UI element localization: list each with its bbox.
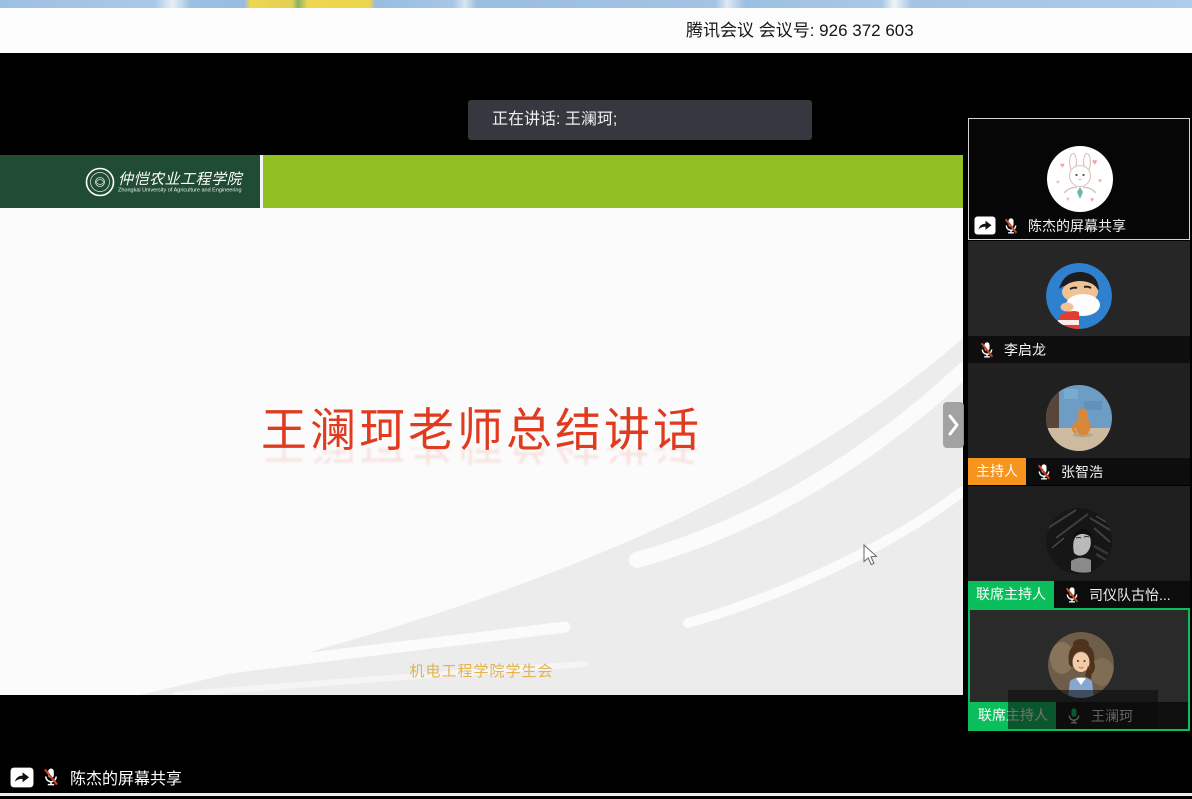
share-banner-label: 陈杰的屏幕共享 (70, 771, 183, 788)
bw-portrait-photo-avatar (1046, 508, 1112, 574)
participant-tile-chenjie-share[interactable]: ♥ ♥ ♥ ♥ ♥ ♥ 陈杰的屏幕共享 (968, 118, 1190, 240)
university-name-english: Zhongkai University of Agriculture and E… (118, 187, 242, 194)
microphone-muted-icon (1065, 586, 1079, 603)
desktop-background-strip (0, 0, 1192, 8)
bunny-cartoon-avatar: ♥ ♥ ♥ ♥ ♥ ♥ (1047, 146, 1113, 212)
screen-share-icon (974, 216, 996, 235)
participant-label-bar: 陈杰的屏幕共享 (969, 212, 1189, 239)
participant-name: 李启龙 (1004, 341, 1046, 358)
university-name: 仲恺农业工程学院 (118, 170, 243, 188)
belle-cartoon-avatar (1048, 632, 1114, 698)
microphone-muted-icon (1037, 463, 1051, 480)
orange-cat-photo-avatar (1046, 385, 1112, 451)
participant-name: 张智浩 (1061, 463, 1103, 480)
slide-header-green-block (263, 155, 963, 208)
shinchan-cartoon-avatar (1046, 263, 1112, 329)
svg-text:♥: ♥ (1092, 157, 1097, 167)
participant-tile-siyidui[interactable]: 联席主持人 司仪队古怡... (968, 486, 1190, 608)
slide-footer: 机电工程学院学生会 (409, 663, 554, 680)
svg-text:♥: ♥ (1098, 178, 1102, 185)
participant-label-bar: 李启龙 (968, 336, 1190, 363)
taskbar-edge-strip (0, 793, 1192, 796)
mouse-cursor (863, 544, 878, 566)
active-speaker-text: 正在讲话: 王澜珂; (492, 111, 618, 128)
svg-text:♥: ♥ (1090, 197, 1094, 204)
participant-tile-wanglanke[interactable]: 联席主持人 王澜珂 (968, 608, 1190, 731)
participant-name: 陈杰的屏幕共享 (1028, 217, 1126, 234)
slide-title-reflection: 王澜珂老师总结讲话 (0, 448, 963, 478)
dark-tooltip-overlay (1008, 690, 1158, 729)
participant-label-bar: 联席主持人 司仪队古怡... (968, 581, 1190, 608)
university-logo-icon (85, 167, 115, 197)
cohost-badge: 联席主持人 (968, 581, 1054, 608)
microphone-muted-icon (1004, 217, 1018, 234)
participant-tile-zhangzhihao[interactable]: 主持人 张智浩 (968, 363, 1190, 485)
participant-tile-liqilong[interactable]: 李启龙 (968, 241, 1190, 363)
chevron-right-icon (948, 414, 959, 436)
window-titlebar[interactable]: 腾讯会议 会议号: 926 372 603 (0, 8, 1192, 53)
slide-body: 王澜珂老师总结讲话 王澜珂老师总结讲话 机电工程学院学生会 (0, 208, 963, 695)
microphone-muted-icon (44, 768, 58, 786)
collapse-panel-button[interactable] (943, 402, 964, 448)
svg-text:♥: ♥ (1060, 161, 1065, 170)
microphone-muted-icon (980, 341, 994, 358)
meeting-id-label: 腾讯会议 会议号: 926 372 603 (686, 21, 914, 40)
svg-text:♥: ♥ (1056, 180, 1060, 186)
participant-label-bar: 主持人 张智浩 (968, 458, 1190, 485)
screen-share-banner: 陈杰的屏幕共享 (10, 764, 182, 790)
host-badge: 主持人 (968, 458, 1026, 485)
svg-text:♥: ♥ (1066, 197, 1070, 203)
participant-name: 司仪队古怡... (1089, 586, 1171, 603)
tencent-meeting-window: 腾讯会议 会议号: 926 372 603 正在讲话: 王澜珂; 仲恺农业工程学… (0, 0, 1192, 799)
screen-share-icon (10, 767, 34, 787)
shared-screen-slide: 仲恺农业工程学院 Zhongkai University of Agricult… (0, 155, 963, 695)
slide-header-banner: 仲恺农业工程学院 Zhongkai University of Agricult… (0, 155, 963, 208)
active-speaker-toast: 正在讲话: 王澜珂; (468, 100, 812, 140)
